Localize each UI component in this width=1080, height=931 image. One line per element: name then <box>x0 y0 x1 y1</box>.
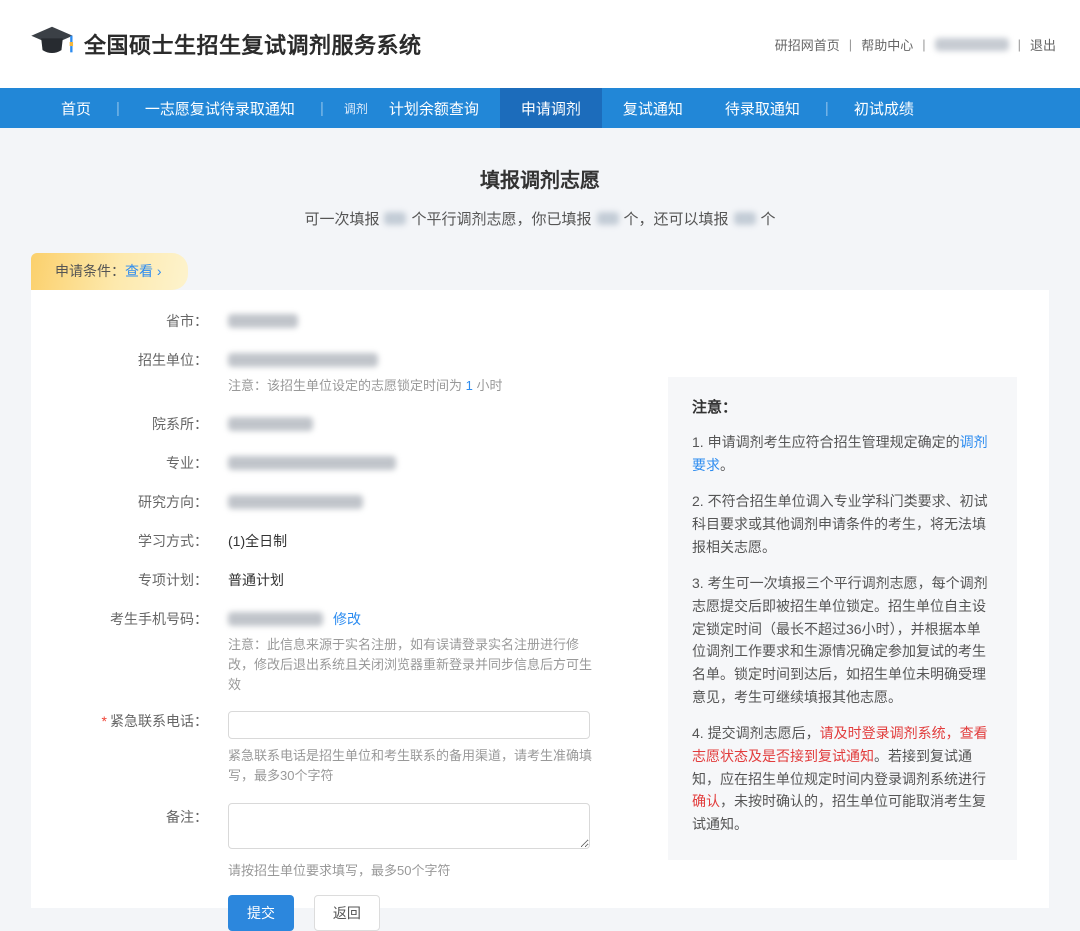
notice-4-confirm: 确认 <box>692 793 720 809</box>
count-redacted <box>734 212 756 225</box>
nav-item-exam-score[interactable]: 初试成绩 <box>833 88 935 128</box>
yz-home-link[interactable]: 研招网首页 <box>775 35 840 54</box>
separator: | <box>922 37 925 52</box>
page-head: 填报调剂志愿 可一次填报 个平行调剂志愿，你已填报 个，还可以填报 个 <box>0 128 1080 229</box>
department-label: 院系所： <box>31 414 208 434</box>
back-button[interactable]: 返回 <box>314 895 380 931</box>
nav-item-retest-notice[interactable]: 复试通知 <box>602 88 704 128</box>
admission-unit-value-redacted <box>228 353 378 367</box>
emergency-phone-hint: 紧急联系电话是招生单位和考生联系的备用渠道，请考生准确填写，最多30个字符 <box>228 746 594 786</box>
remark-hint: 请按招生单位要求填写，最多50个字符 <box>228 861 590 881</box>
subtitle-text: 个，还可以填报 <box>624 211 729 228</box>
phone-value-redacted <box>228 612 323 626</box>
notice-panel: 注意： 1. 申请调剂考生应符合招生管理规定确定的调剂要求。 2. 不符合招生单… <box>668 377 1017 860</box>
remark-label: 备注： <box>31 803 208 931</box>
view-condition-link[interactable]: 查看 › <box>125 263 162 279</box>
volunteer-form-card: 省市： 招生单位： 注意：该招生单位设定的志愿锁定时间为 1 小时 院系所： 专… <box>31 290 1049 908</box>
page-title: 填报调剂志愿 <box>0 164 1080 193</box>
separator: | <box>1018 37 1021 52</box>
nav-item-admission-notice[interactable]: 待录取通知 <box>704 88 821 128</box>
required-asterisk: * <box>102 713 107 729</box>
nav-item-plan-balance[interactable]: 计划余额查询 <box>368 88 500 128</box>
nav-item-first-choice[interactable]: 一志愿复试待录取通知 <box>124 88 316 128</box>
study-mode-value: (1)全日制 <box>228 531 287 551</box>
research-direction-label: 研究方向： <box>31 492 208 512</box>
main-nav: 首页 | 一志愿复试待录取通知 | 调剂 计划余额查询 申请调剂 复试通知 待录… <box>0 88 1080 128</box>
notice-1-text: 1. 申请调剂考生应符合招生管理规定确定的 <box>692 434 960 450</box>
app-title: 全国硕士生招生复试调剂服务系统 <box>84 28 422 60</box>
nav-separator: | <box>112 88 124 128</box>
notice-title: 注意： <box>692 396 993 417</box>
logout-link[interactable]: 退出 <box>1030 35 1056 54</box>
nav-separator: | <box>316 88 328 128</box>
nav-item-apply-active[interactable]: 申请调剂 <box>500 88 602 128</box>
emergency-phone-label: *紧急联系电话： <box>31 711 208 786</box>
subtitle-text: 个 <box>761 211 776 228</box>
header-links: 研招网首页 | 帮助中心 | | 退出 <box>775 35 1056 54</box>
nav-group-tag-tiaoji: 调剂 <box>328 88 368 128</box>
major-value-redacted <box>228 456 396 470</box>
subtitle-text: 个平行调剂志愿，你已填报 <box>411 211 591 228</box>
subtitle-text: 可一次填报 <box>304 211 379 228</box>
submit-button[interactable]: 提交 <box>228 895 294 931</box>
phone-label: 考生手机号码： <box>31 609 208 695</box>
phone-note: 注意：此信息来源于实名注册，如有误请登录实名注册进行修改，修改后退出系统且关闭浏… <box>228 635 600 695</box>
brand: 全国硕士生招生复试调剂服务系统 <box>30 24 422 65</box>
lock-time-unit: 小时 <box>473 378 503 393</box>
notice-item-4: 4. 提交调剂志愿后，请及时登录调剂系统，查看志愿状态及是否接到复试通知。若接到… <box>692 722 993 835</box>
notice-4-text: ，未按时确认的，招生单位可能取消考生复试通知。 <box>692 793 986 832</box>
emergency-phone-label-text: 紧急联系电话： <box>110 713 208 729</box>
study-mode-label: 学习方式： <box>31 531 208 551</box>
province-value-redacted <box>228 314 298 328</box>
notice-1-suffix: 。 <box>720 457 734 473</box>
nav-item-home[interactable]: 首页 <box>40 88 112 128</box>
nav-separator: | <box>821 88 833 128</box>
notice-item-2: 2. 不符合招生单位调入专业学科门类要求、初试科目要求或其他调剂申请条件的考生，… <box>692 490 993 558</box>
admission-unit-label: 招生单位： <box>31 350 208 396</box>
modify-phone-link[interactable]: 修改 <box>333 611 361 627</box>
lock-time-value: 1 <box>466 378 473 393</box>
username-redacted <box>935 38 1009 51</box>
notice-4-text: 4. 提交调剂志愿后， <box>692 725 820 741</box>
notice-item-3: 3. 考生可一次填报三个平行调剂志愿，每个调剂志愿提交后即被招生单位锁定。招生单… <box>692 572 993 708</box>
graduation-cap-icon <box>30 24 74 65</box>
research-direction-value-redacted <box>228 495 363 509</box>
separator: | <box>849 37 852 52</box>
apply-condition-tab: 申请条件：查看 › <box>31 253 188 290</box>
app-header: 全国硕士生招生复试调剂服务系统 研招网首页 | 帮助中心 | | 退出 <box>0 0 1080 88</box>
emergency-phone-input[interactable] <box>228 711 590 739</box>
count-redacted <box>384 212 406 225</box>
apply-condition-label: 申请条件： <box>55 263 125 279</box>
count-redacted <box>597 212 619 225</box>
notice-item-1: 1. 申请调剂考生应符合招生管理规定确定的调剂要求。 <box>692 431 993 476</box>
major-label: 专业： <box>31 453 208 473</box>
lock-time-note: 注意：该招生单位设定的志愿锁定时间为 1 小时 <box>228 376 502 396</box>
help-center-link[interactable]: 帮助中心 <box>861 35 913 54</box>
special-plan-label: 专项计划： <box>31 570 208 590</box>
remark-textarea[interactable] <box>228 803 590 849</box>
province-label: 省市： <box>31 311 208 331</box>
department-value-redacted <box>228 417 313 431</box>
lock-time-note-text: 注意：该招生单位设定的志愿锁定时间为 <box>228 378 466 393</box>
page-subtitle: 可一次填报 个平行调剂志愿，你已填报 个，还可以填报 个 <box>0 208 1080 229</box>
special-plan-value: 普通计划 <box>228 570 284 590</box>
